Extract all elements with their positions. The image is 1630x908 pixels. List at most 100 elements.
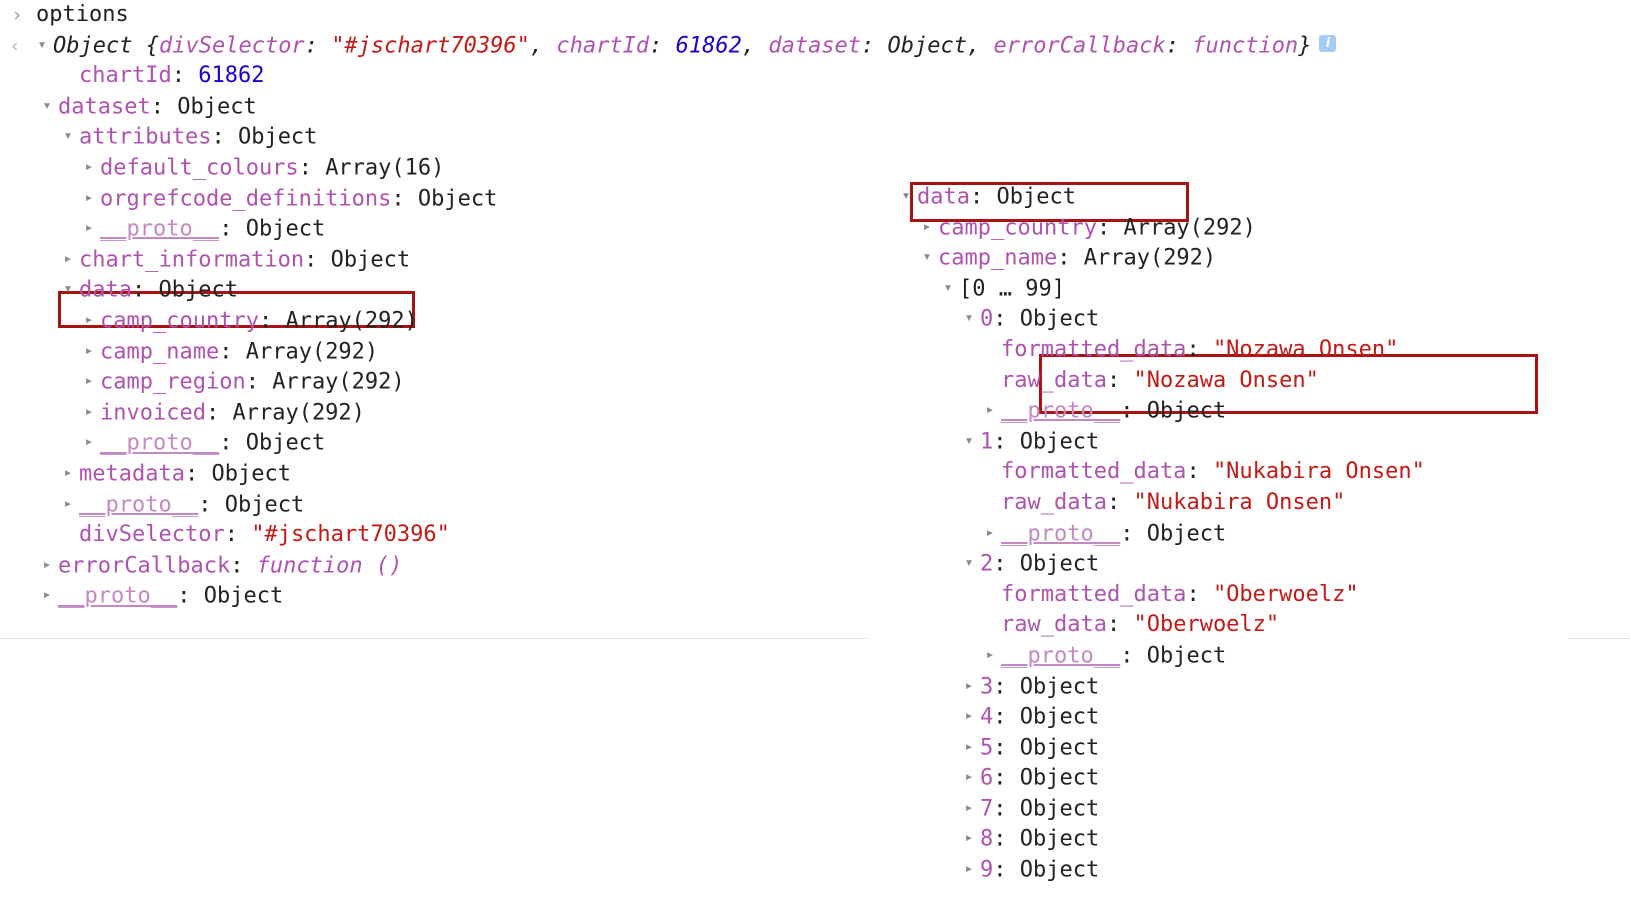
console-input-row[interactable]: › options [0, 0, 870, 31]
left-tree-key: camp_name [100, 338, 220, 364]
return-value-arrow-icon: ‹ [9, 34, 21, 57]
right-tree-row[interactable]: formatted_data: "Oberwoelz" [880, 580, 1630, 611]
right-tree-row[interactable]: raw_data: "Oberwoelz" [880, 610, 1630, 641]
left-tree-separator: : [245, 369, 273, 395]
chevron-right-icon[interactable] [982, 639, 998, 670]
left-tree-row[interactable]: chart_information: Object [0, 245, 870, 276]
right-tree-key: 9 [980, 857, 994, 883]
chevron-right-icon[interactable] [982, 394, 998, 425]
right-tree-row[interactable]: __proto__: Object [880, 396, 1630, 427]
left-tree-row[interactable]: camp_country: Array(292) [0, 306, 870, 337]
right-tree-row[interactable]: 4: Object [880, 702, 1630, 733]
preview-token-4: "#jschart70396" [331, 32, 530, 58]
info-icon[interactable]: i [1319, 35, 1337, 53]
left-tree-row[interactable]: divSelector: "#jschart70396" [0, 520, 870, 551]
right-tree-separator: : [969, 184, 997, 210]
chevron-right-icon[interactable] [961, 792, 977, 823]
right-tree-separator: : [1120, 398, 1147, 424]
chevron-right-icon[interactable] [60, 457, 76, 488]
left-tree-row[interactable]: __proto__: Object [0, 214, 870, 245]
chevron-right-icon[interactable] [961, 761, 977, 792]
chevron-right-icon[interactable] [39, 549, 55, 580]
chevron-down-icon[interactable] [961, 302, 977, 333]
left-tree-row[interactable]: __proto__: Object [0, 428, 870, 459]
left-tree-row[interactable]: default_colours: Array(16) [0, 153, 870, 184]
right-tree-key: raw_data [1001, 367, 1107, 393]
chevron-right-icon[interactable] [60, 243, 76, 274]
right-tree-value: Object [1019, 704, 1100, 730]
left-tree-row[interactable]: camp_region: Array(292) [0, 367, 870, 398]
chevron-right-icon[interactable] [961, 731, 977, 762]
right-tree-value: Object [1019, 551, 1100, 577]
chevron-right-icon[interactable] [961, 853, 977, 884]
left-tree-key: chartId [79, 63, 172, 89]
chevron-right-icon[interactable] [60, 488, 76, 519]
right-tree-row[interactable]: data: Object [880, 182, 1630, 213]
right-tree-row[interactable]: 7: Object [880, 794, 1630, 825]
right-tree-row[interactable]: __proto__: Object [880, 641, 1630, 672]
preview-token-10: dataset [768, 32, 862, 58]
left-tree-key: data [79, 277, 132, 303]
right-tree-row[interactable]: 6: Object [880, 763, 1630, 794]
chevron-down-icon[interactable] [961, 547, 977, 578]
chevron-down-icon[interactable] [940, 272, 956, 303]
chevron-down-icon[interactable] [34, 29, 50, 60]
right-tree-key: formatted_data [1001, 336, 1187, 362]
left-tree-row[interactable]: invoiced: Array(292) [0, 398, 870, 429]
chevron-down-icon[interactable] [39, 90, 55, 121]
chevron-right-icon[interactable] [81, 426, 97, 457]
right-tree-row[interactable]: raw_data: "Nozawa Onsen" [880, 366, 1630, 397]
left-tree-row[interactable]: errorCallback: function () [0, 551, 870, 582]
chevron-right-icon[interactable] [81, 396, 97, 427]
left-tree-row[interactable]: dataset: Object [0, 92, 870, 123]
chevron-right-icon[interactable] [81, 335, 97, 366]
console-result-summary-row[interactable]: ‹ Object {divSelector: "#jschart70396", … [0, 29, 1337, 62]
chevron-right-icon[interactable] [961, 670, 977, 701]
chevron-right-icon[interactable] [81, 151, 97, 182]
left-tree-row[interactable]: data: Object [0, 275, 870, 306]
left-tree-value[interactable]: function () [257, 553, 403, 578]
chevron-right-icon[interactable] [961, 700, 977, 731]
chevron-right-icon[interactable] [982, 517, 998, 548]
left-tree-row[interactable]: metadata: Object [0, 459, 870, 490]
right-tree-row[interactable]: 5: Object [880, 733, 1630, 764]
right-tree-row[interactable]: 0: Object [880, 304, 1630, 335]
chevron-right-icon[interactable] [961, 822, 977, 853]
right-tree-row[interactable]: camp_name: Array(292) [880, 243, 1630, 274]
right-tree-row[interactable]: formatted_data: "Nukabira Onsen" [880, 457, 1630, 488]
right-tree-row[interactable]: formatted_data: "Nozawa Onsen" [880, 335, 1630, 366]
left-tree-separator: : [205, 400, 233, 426]
chevron-right-icon[interactable] [919, 211, 935, 242]
chevron-right-icon[interactable] [81, 304, 97, 335]
left-tree-row[interactable]: __proto__: Object [0, 490, 870, 521]
right-tree-row[interactable]: camp_country: Array(292) [880, 213, 1630, 244]
chevron-right-icon[interactable] [39, 579, 55, 610]
chevron-down-icon[interactable] [898, 180, 914, 211]
right-tree-row[interactable]: 8: Object [880, 824, 1630, 855]
right-tree-row[interactable]: __proto__: Object [880, 519, 1630, 550]
chevron-down-icon[interactable] [60, 120, 76, 151]
left-tree-separator: : [131, 277, 159, 303]
left-tree-row[interactable]: attributes: Object [0, 122, 870, 153]
left-tree-row[interactable]: __proto__: Object [0, 581, 870, 612]
chevron-right-icon[interactable] [81, 182, 97, 213]
right-tree-row[interactable]: 2: Object [880, 549, 1630, 580]
right-tree-row[interactable]: 9: Object [880, 855, 1630, 886]
right-tree-row[interactable]: raw_data: "Nukabira Onsen" [880, 488, 1630, 519]
left-tree-row[interactable]: camp_name: Array(292) [0, 337, 870, 368]
chevron-down-icon[interactable] [961, 425, 977, 456]
chevron-down-icon[interactable] [60, 273, 76, 304]
right-tree-row[interactable]: 3: Object [880, 672, 1630, 703]
right-tree-row[interactable]: [0 … 99] [880, 274, 1630, 305]
left-tree-row[interactable]: chartId: 61862 [0, 61, 870, 92]
chevron-right-icon[interactable] [81, 212, 97, 243]
right-tree-key: 1 [980, 429, 994, 455]
left-pane-divider [0, 638, 868, 639]
chevron-down-icon[interactable] [919, 241, 935, 272]
right-tree-separator: : [993, 673, 1020, 699]
preview-token-14: errorCallback [993, 32, 1166, 58]
right-tree-value: Object [1146, 398, 1227, 424]
chevron-right-icon[interactable] [81, 365, 97, 396]
left-tree-row[interactable]: orgrefcode_definitions: Object [0, 184, 870, 215]
right-tree-row[interactable]: 1: Object [880, 427, 1630, 458]
